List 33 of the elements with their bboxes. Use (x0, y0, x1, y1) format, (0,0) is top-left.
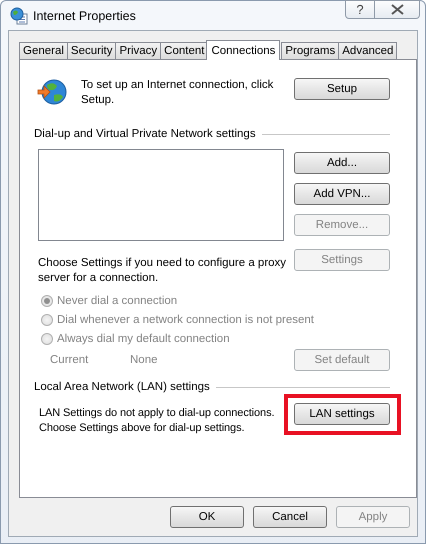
help-button[interactable]: ? (345, 0, 375, 19)
tab[interactable]: Connections (206, 40, 280, 60)
tab[interactable]: Privacy (115, 42, 162, 59)
proxy-text: server for a connection. (38, 271, 160, 286)
tab[interactable]: Programs (281, 42, 340, 59)
setup-text: To set up an Internet connection, click (81, 78, 274, 93)
dialog-button[interactable]: Add VPN... (294, 183, 390, 205)
globe-page-icon (10, 6, 28, 24)
dialog-button[interactable]: Add... (294, 152, 390, 174)
window-title: Internet Properties (33, 8, 136, 22)
dialog-button[interactable]: OK (170, 506, 244, 528)
radio-label: Always dial my default connection (57, 332, 230, 344)
lan-text: LAN Settings do not apply to dial-up connections. (39, 406, 274, 421)
radio-label: Dial whenever a network connection is not present (57, 314, 314, 326)
section-heading: Dial-up and Virtual Private Network settings (34, 128, 256, 140)
lan-text: Choose Settings above for dial-up settings. (39, 421, 246, 436)
proxy-text: Choose Settings if you need to configure a proxy (38, 256, 286, 271)
dialog-button[interactable]: Cancel (253, 506, 327, 528)
close-icon (390, 4, 404, 15)
tab[interactable]: Content (160, 42, 208, 59)
current-label: Current (50, 354, 90, 366)
connections-list[interactable] (38, 149, 284, 241)
close-button[interactable] (375, 0, 420, 19)
setup-text: Setup. (81, 93, 116, 108)
lan-settings-button[interactable]: LAN settings (294, 403, 390, 425)
current-value: None (130, 354, 158, 366)
globe-arrow-icon (37, 79, 67, 107)
radio-label: Never dial a connection (57, 294, 178, 306)
setup-button[interactable]: Setup (294, 78, 390, 100)
section-heading: Local Area Network (LAN) settings (34, 381, 210, 393)
tab[interactable]: Advanced (338, 42, 398, 59)
tab[interactable]: Security (66, 42, 116, 59)
tab[interactable]: General (19, 42, 68, 59)
